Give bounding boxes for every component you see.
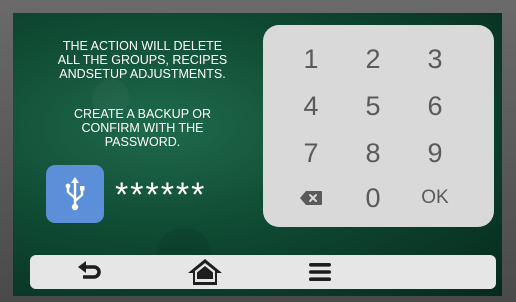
warning-line-3: ANDSETUP ADJUSTMENTS. — [59, 67, 226, 81]
touch-screen: THE ACTION WILL DELETE ALL THE GROUPS, R… — [13, 13, 502, 296]
menu-icon — [309, 263, 331, 281]
backspace-icon — [300, 191, 322, 205]
key-5[interactable]: 5 — [343, 86, 403, 126]
instruction-line-2: CONFIRM WITH THE — [81, 121, 204, 135]
usb-backup-button[interactable] — [46, 165, 104, 223]
numeric-keypad: 1 2 3 4 5 6 7 8 9 0 OK — [263, 25, 494, 227]
menu-button[interactable] — [290, 255, 350, 289]
key-9[interactable]: 9 — [405, 133, 465, 173]
key-1[interactable]: 1 — [281, 39, 341, 79]
bottom-navigation-bar — [30, 255, 496, 289]
key-2[interactable]: 2 — [343, 39, 403, 79]
instruction-line-1: CREATE A BACKUP OR — [73, 107, 212, 121]
instruction-line-3: PASSWORD. — [104, 135, 181, 149]
usb-icon — [65, 177, 85, 211]
warning-line-1: THE ACTION WILL DELETE — [62, 39, 223, 53]
key-4[interactable]: 4 — [281, 86, 341, 126]
ok-key[interactable]: OK — [405, 178, 465, 218]
back-arrow-icon — [78, 261, 101, 279]
warning-line-2: ALL THE GROUPS, RECIPES — [57, 53, 228, 67]
back-button[interactable] — [60, 255, 120, 289]
backspace-key[interactable] — [281, 178, 341, 218]
key-3[interactable]: 3 — [405, 39, 465, 79]
instruction-message: CREATE A BACKUP OR CONFIRM WITH THE PASS… — [25, 107, 260, 149]
key-0[interactable]: 0 — [343, 178, 403, 218]
warning-message: THE ACTION WILL DELETE ALL THE GROUPS, R… — [25, 39, 260, 81]
home-button[interactable] — [175, 255, 235, 289]
key-7[interactable]: 7 — [281, 133, 341, 173]
password-field[interactable]: ****** — [115, 177, 206, 213]
key-8[interactable]: 8 — [343, 133, 403, 173]
key-6[interactable]: 6 — [405, 86, 465, 126]
home-icon — [188, 259, 222, 285]
